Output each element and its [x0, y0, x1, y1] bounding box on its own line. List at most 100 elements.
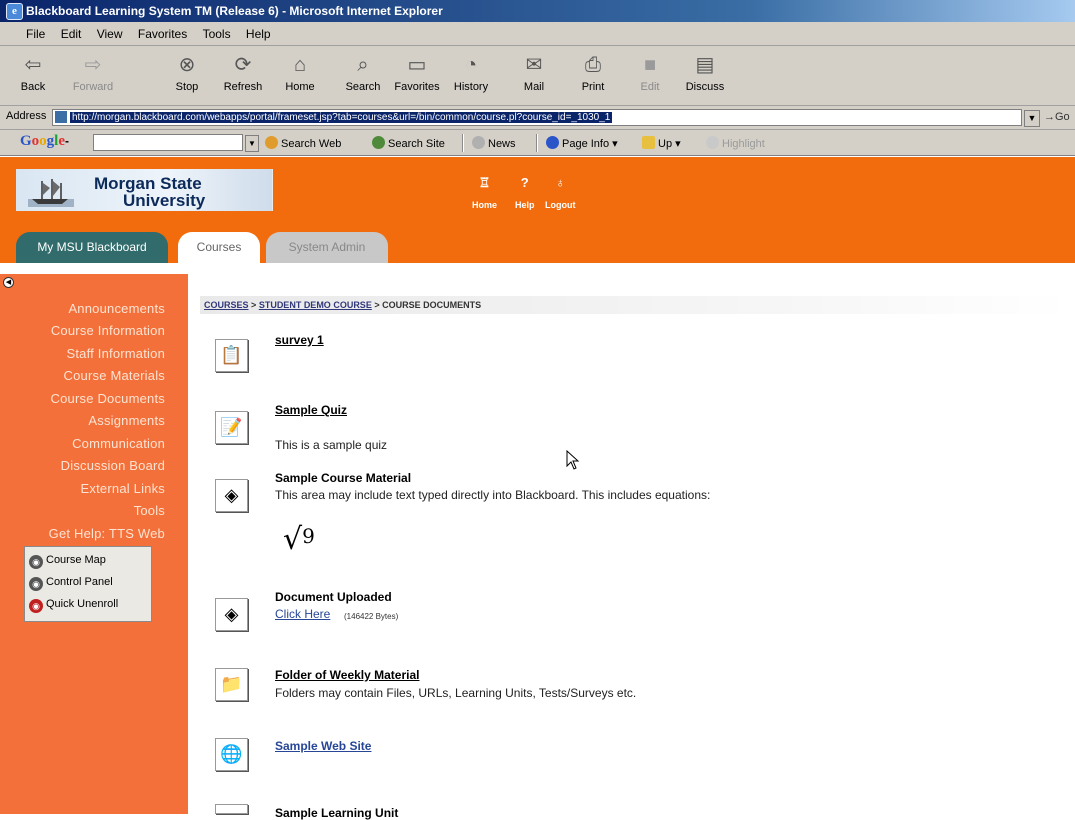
search-label: Search — [345, 81, 381, 93]
forward-arrow-icon: ⇨ — [84, 54, 102, 76]
menu-announcements[interactable]: Announcements — [68, 301, 165, 316]
history-icon: ◔ — [464, 54, 478, 76]
item-title-survey[interactable]: survey 1 — [275, 333, 324, 347]
menu-favorites[interactable]: Favorites — [138, 22, 187, 46]
search-web-label: Search Web — [281, 138, 342, 150]
course-map-link[interactable]: ◉ Course Map — [29, 554, 106, 569]
breadcrumb-course[interactable]: STUDENT DEMO COURSE — [259, 300, 372, 310]
printer-icon: ⎙ — [585, 54, 601, 76]
item-title-course-material: Sample Course Material — [275, 471, 412, 485]
highlight-button[interactable]: Highlight — [706, 136, 765, 150]
up-folder-icon — [642, 136, 655, 149]
breadcrumb-courses[interactable]: COURSES — [204, 300, 249, 310]
up-button[interactable]: Up ▾ — [642, 136, 681, 150]
window-title-bar: e Blackboard Learning System TM (Release… — [0, 0, 1075, 22]
forward-button[interactable]: ⇨ Forward — [68, 52, 118, 93]
forward-label: Forward — [72, 81, 114, 93]
address-dropdown-button[interactable]: ▼ — [1024, 110, 1040, 127]
go-button[interactable]: →Go — [1044, 111, 1070, 123]
menu-tools[interactable]: Tools — [203, 22, 231, 46]
page-info-button[interactable]: Page Info ▾ — [546, 136, 618, 150]
tab-system-admin[interactable]: System Admin — [266, 232, 388, 263]
breadcrumb-current: COURSE DOCUMENTS — [382, 300, 482, 310]
search-button[interactable]: ⌕ Search — [338, 52, 388, 93]
home-label: Home — [285, 81, 315, 93]
discuss-icon: ▤ — [695, 54, 715, 76]
menu-staff-information[interactable]: Staff Information — [66, 346, 165, 361]
menu-help[interactable]: Help — [246, 22, 271, 46]
menu-communication[interactable]: Communication — [72, 436, 165, 451]
menu-get-help[interactable]: Get Help: TTS Web — [49, 526, 165, 541]
menu-course-documents[interactable]: Course Documents — [51, 391, 165, 406]
home-link[interactable]: ♖ Home — [472, 175, 497, 210]
back-button[interactable]: ⇦ Back — [8, 52, 58, 93]
address-input[interactable]: http://morgan.blackboard.com/webapps/por… — [52, 109, 1022, 126]
mail-button[interactable]: ✉ Mail — [509, 52, 559, 93]
favorites-label: Favorites — [394, 81, 440, 93]
discuss-button[interactable]: ▤ Discuss — [680, 52, 730, 93]
edit-button[interactable]: ■ Edit — [625, 52, 675, 93]
search-web-button[interactable]: Search Web — [265, 136, 341, 150]
search-icon: ⌕ — [357, 54, 369, 76]
logo-line-2: University — [123, 191, 206, 210]
equation-sqrt: √9 — [283, 522, 315, 557]
edit-label: Edit — [640, 81, 660, 93]
favorites-button[interactable]: ▭ Favorites — [392, 52, 442, 93]
stop-icon: ⊗ — [178, 54, 196, 76]
menu-discussion-board[interactable]: Discussion Board — [61, 458, 165, 473]
home-link-label: Home — [472, 200, 498, 210]
page-icon — [55, 111, 67, 124]
folder-icon: 📁 — [215, 668, 248, 701]
address-bar: Address http://morgan.blackboard.com/web… — [0, 106, 1075, 130]
equation-value: 9 — [302, 524, 315, 548]
edit-icon: ■ — [643, 54, 657, 76]
click-here-link[interactable]: Click Here — [275, 607, 330, 621]
refresh-button[interactable]: ⟳ Refresh — [218, 52, 268, 93]
item-desc-course-material: This area may include text typed directl… — [275, 488, 711, 502]
search-site-label: Search Site — [388, 138, 445, 150]
search-web-icon — [265, 136, 278, 149]
menu-tools[interactable]: Tools — [134, 503, 165, 518]
item-title-quiz[interactable]: Sample Quiz — [275, 403, 347, 417]
back-label: Back — [20, 81, 46, 93]
menu-file[interactable]: File — [26, 22, 45, 46]
stop-button[interactable]: ⊗ Stop — [162, 52, 212, 93]
history-button[interactable]: ◔ History — [446, 52, 496, 93]
google-search-input[interactable] — [93, 134, 243, 151]
item-title-folder[interactable]: Folder of Weekly Material — [275, 668, 420, 682]
home-button[interactable]: ⌂ Home — [275, 52, 325, 93]
menu-assignments[interactable]: Assignments — [88, 413, 165, 428]
menu-external-links[interactable]: External Links — [81, 481, 165, 496]
help-link[interactable]: ? Help — [515, 175, 535, 210]
control-panel-link[interactable]: ◉ Control Panel — [29, 576, 113, 591]
item-title-web-site[interactable]: Sample Web Site — [275, 739, 371, 753]
news-button[interactable]: News — [472, 136, 516, 150]
msu-logo: Morgan State University — [16, 169, 273, 211]
item-title-learning-unit[interactable]: Sample Learning Unit — [275, 806, 398, 820]
menu-course-materials[interactable]: Course Materials — [64, 368, 165, 383]
history-label: History — [453, 81, 489, 93]
menu-edit[interactable]: Edit — [61, 22, 82, 46]
menu-course-information[interactable]: Course Information — [51, 323, 165, 338]
ie-logo-icon: e — [6, 3, 23, 20]
menu-view[interactable]: View — [97, 22, 123, 46]
search-site-button[interactable]: Search Site — [372, 136, 445, 150]
logout-link-label: Logout — [545, 200, 576, 210]
google-search-dropdown[interactable]: ▼ — [245, 135, 259, 152]
favorites-folder-icon: ▭ — [407, 54, 427, 76]
radical-symbol: √ — [283, 522, 303, 557]
logout-link[interactable]: ♁ Logout — [545, 175, 576, 210]
collapse-menu-icon[interactable]: ◀ — [3, 277, 14, 288]
discuss-label: Discuss — [685, 81, 725, 93]
quick-unenroll-link[interactable]: ◉ Quick Unenroll — [29, 598, 118, 613]
learning-unit-icon — [215, 804, 248, 814]
google-logo[interactable]: Google- — [20, 133, 69, 150]
tab-my-msu-blackboard[interactable]: My MSU Blackboard — [16, 232, 168, 263]
up-label: Up — [658, 138, 673, 150]
print-button[interactable]: ⎙ Print — [568, 52, 618, 93]
mail-icon: ✉ — [525, 54, 543, 76]
address-label: Address — [6, 110, 47, 122]
item-desc-quiz: This is a sample quiz — [275, 438, 388, 452]
document-icon: ◈ — [215, 479, 248, 512]
tab-courses[interactable]: Courses — [178, 232, 260, 263]
